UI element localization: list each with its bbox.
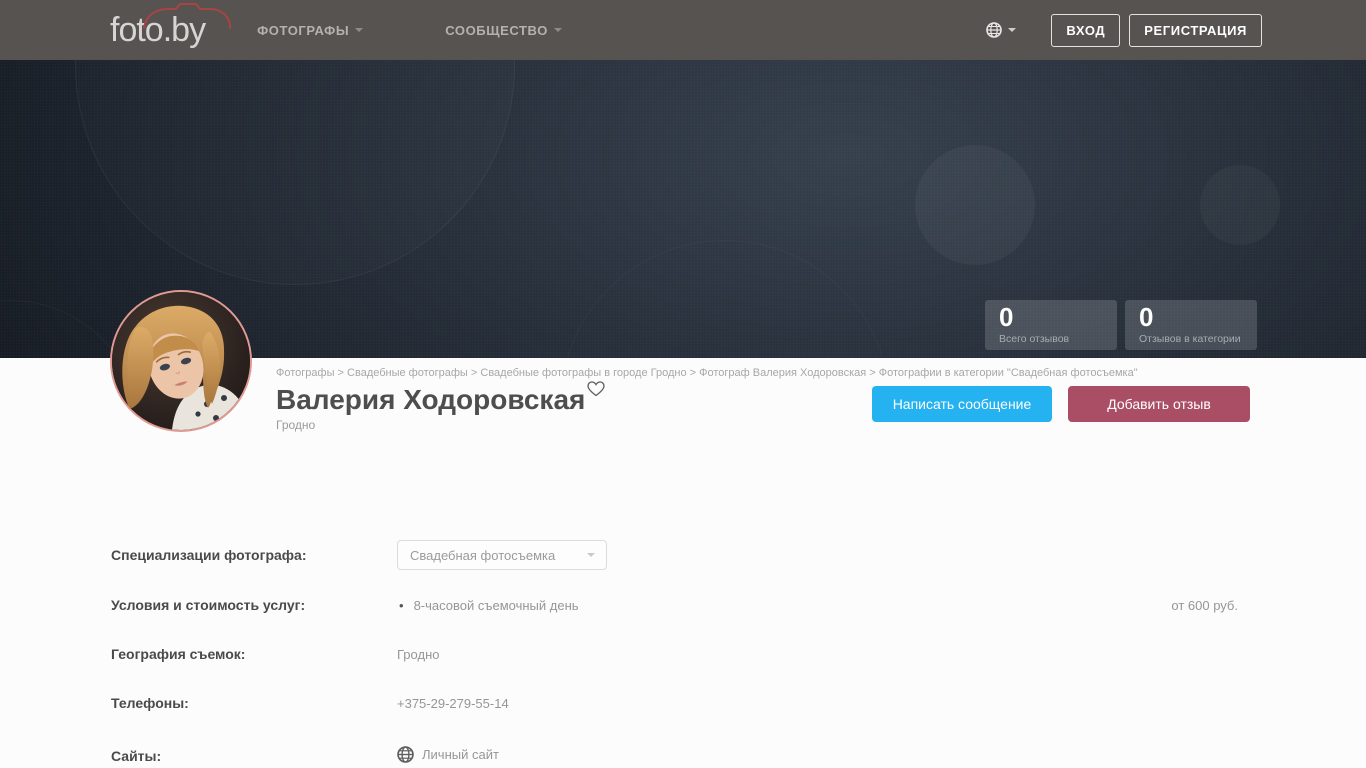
row-geography: География съемок: Гродно <box>111 640 1255 662</box>
nav-item-community[interactable]: СООБЩЕСТВО <box>445 23 562 38</box>
geography-value: Гродно <box>397 647 440 662</box>
bokeh-circle <box>1200 165 1280 245</box>
send-message-button[interactable]: Написать сообщение <box>872 386 1052 422</box>
field-label: География съемок: <box>111 646 246 662</box>
row-specializations: Специализации фотографа: Свадебная фотос… <box>111 540 1255 570</box>
login-button[interactable]: ВХОД <box>1051 13 1121 47</box>
breadcrumb-link[interactable]: Фотографы <box>276 367 347 379</box>
language-selector[interactable] <box>986 22 1017 38</box>
site-logo[interactable]: foto.by <box>110 0 231 60</box>
favorite-button[interactable] <box>587 381 606 402</box>
register-button[interactable]: РЕГИСТРАЦИЯ <box>1129 13 1262 47</box>
globe-icon <box>986 22 1003 38</box>
stat-value: 0 <box>999 302 1014 332</box>
navbar-right: ВХОД РЕГИСТРАЦИЯ <box>986 13 1262 47</box>
bokeh-circle <box>915 145 1035 265</box>
avatar-portrait <box>112 292 250 430</box>
field-label: Условия и стоимость услуг: <box>111 597 306 613</box>
profile-details: Специализации фотографа: Свадебная фотос… <box>111 432 1255 768</box>
chevron-down-icon <box>587 553 595 557</box>
breadcrumb-link[interactable]: Свадебные фотографы в городе Гродно <box>480 367 699 379</box>
field-label: Специализации фотографа: <box>111 547 307 563</box>
review-stats: 0 Всего отзывов 0 Отзывов в категории <box>985 300 1265 350</box>
camera-outline-icon <box>143 3 231 29</box>
breadcrumb-link[interactable]: Фотограф Валерия Ходоровская <box>699 367 879 379</box>
chevron-down-icon <box>1008 28 1017 32</box>
avatar <box>110 290 252 432</box>
stat-category-reviews: 0 Отзывов в категории <box>1125 300 1257 350</box>
top-navbar: foto.by ФОТОГРАФЫ СООБЩЕСТВО ВХОД РЕГИСТ… <box>0 0 1366 60</box>
personal-site-link[interactable]: Личный сайт <box>397 742 499 763</box>
site-link-label: Личный сайт <box>422 747 499 762</box>
breadcrumb: ФотографыСвадебные фотографыСвадебные фо… <box>276 367 1255 379</box>
chevron-down-icon <box>553 28 562 32</box>
row-sites: Сайты: Личный сайт <box>111 742 1255 764</box>
stat-total-reviews: 0 Всего отзывов <box>985 300 1117 350</box>
field-label: Телефоны: <box>111 695 189 711</box>
main-nav: ФОТОГРАФЫ СООБЩЕСТВО <box>257 23 644 38</box>
bullet-icon: • <box>399 598 404 613</box>
stat-label: Отзывов в категории <box>1139 333 1241 345</box>
nav-item-label: ФОТОГРАФЫ <box>257 22 350 38</box>
row-phones: Телефоны: +375-29-279-55-14 <box>111 689 1255 711</box>
selected-option: Свадебная фотосъемка <box>410 547 556 563</box>
breadcrumb-link[interactable]: Свадебные фотографы <box>347 367 480 379</box>
stat-label: Всего отзывов <box>999 333 1070 345</box>
phone-number: +375-29-279-55-14 <box>397 696 509 711</box>
profile-actions: Написать сообщение Добавить отзыв <box>872 386 1250 422</box>
breadcrumb-current: Фотографии в категории "Свадебная фотосъ… <box>878 367 1138 379</box>
globe-icon <box>397 746 414 763</box>
stat-value: 0 <box>1139 302 1154 332</box>
nav-item-photographers[interactable]: ФОТОГРАФЫ <box>257 22 364 38</box>
nav-item-label: СООБЩЕСТВО <box>445 22 548 38</box>
page-title: Валерия Ходоровская <box>276 384 586 415</box>
specialization-select[interactable]: Свадебная фотосъемка <box>397 540 607 570</box>
chevron-down-icon <box>355 28 364 32</box>
field-label: Сайты: <box>111 748 162 764</box>
add-review-button[interactable]: Добавить отзыв <box>1068 386 1250 422</box>
pricing-item: 8-часовой съемочный день <box>413 598 579 613</box>
pricing-value: от 600 руб. <box>1171 598 1238 613</box>
heart-outline-icon <box>587 381 606 397</box>
row-pricing: Условия и стоимость услуг: • 8-часовой с… <box>111 591 1255 613</box>
